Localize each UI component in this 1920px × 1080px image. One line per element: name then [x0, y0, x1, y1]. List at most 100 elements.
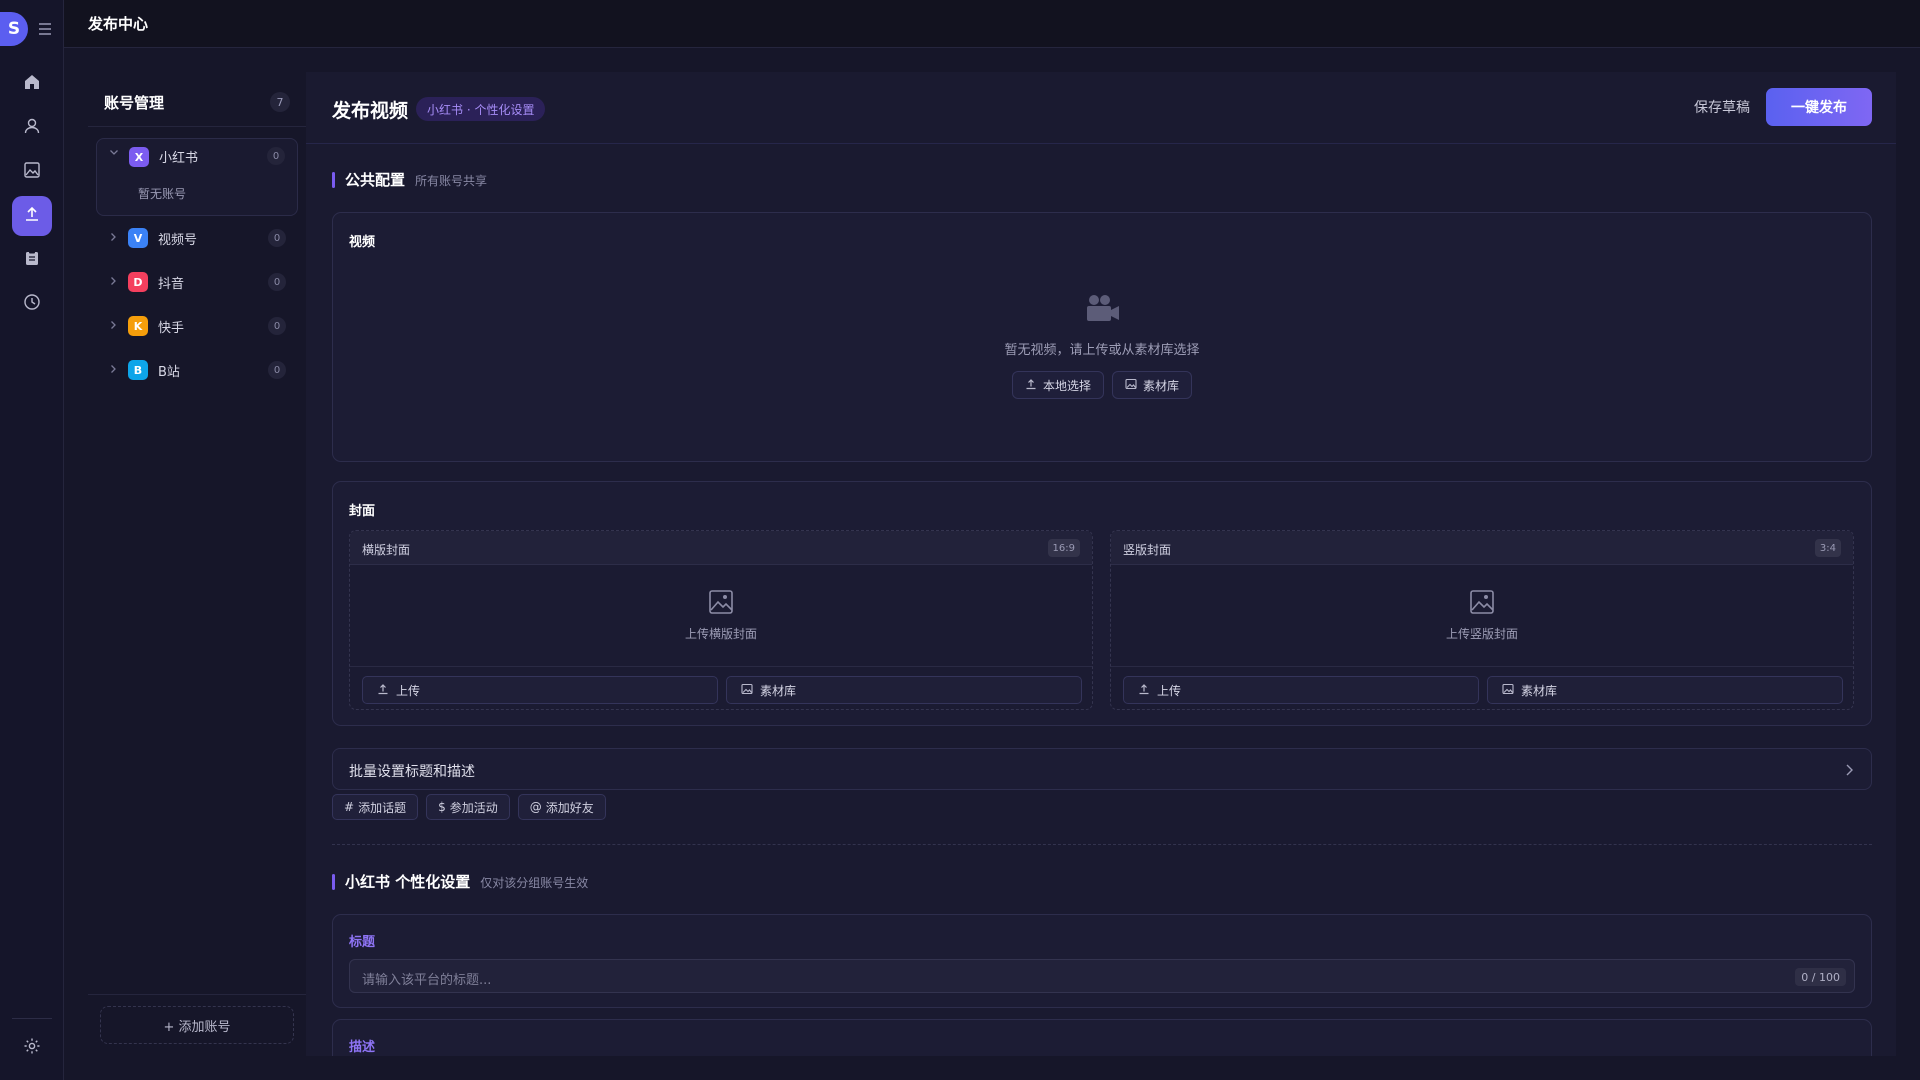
image-icon: [1125, 378, 1137, 393]
platform-badge: D: [128, 272, 148, 292]
account-count-badge: 7: [270, 92, 290, 112]
nav-rail: S: [0, 0, 64, 1080]
platform-group-shipinhao[interactable]: V 视频号 0: [96, 220, 298, 256]
chevron-down-icon[interactable]: [107, 147, 121, 160]
local-select-button[interactable]: 本地选择: [1011, 371, 1104, 399]
batch-title-desc-row[interactable]: 批量设置标题和描述: [332, 748, 1872, 790]
section-title: 小红书 个性化设置: [345, 873, 471, 891]
cover-header-label: 竖版封面: [1123, 543, 1172, 557]
rail-settings[interactable]: [12, 1028, 52, 1068]
chevron-right-icon[interactable]: [106, 320, 120, 333]
platform-group-douyin[interactable]: D 抖音 0: [96, 264, 298, 300]
chip-label: 添加话题: [358, 800, 407, 815]
cover-upload-button[interactable]: 上传: [1123, 676, 1479, 704]
gear-icon: [23, 1037, 41, 1059]
platform-name: 快手: [158, 320, 185, 336]
image-icon: [708, 589, 734, 619]
clock-icon: [23, 293, 41, 315]
cover-library-label: 素材库: [1521, 683, 1558, 698]
title-field-label: 标题: [349, 935, 376, 950]
empty-account-text: 暂无账号: [138, 187, 187, 201]
cover-library-button[interactable]: 素材库: [1487, 676, 1843, 704]
chevron-right-icon: [1843, 762, 1855, 781]
platform-group-kuaishou[interactable]: K 快手 0: [96, 308, 298, 344]
local-select-label: 本地选择: [1042, 378, 1091, 393]
platform-group-bilibili[interactable]: B B站 0: [96, 352, 298, 388]
rail-accounts[interactable]: [12, 108, 52, 148]
section-title: 公共配置: [345, 171, 406, 189]
add-topic-chip[interactable]: # 添加话题: [332, 794, 419, 820]
cover-actions: 上传 素材库: [350, 666, 1092, 709]
upload-icon: [1138, 683, 1150, 698]
cover-upload-area[interactable]: 上传横版封面: [350, 565, 1092, 666]
rail-home[interactable]: [12, 64, 52, 104]
platform-badge: X: [129, 147, 149, 167]
cover-header-label: 横版封面: [362, 543, 411, 557]
rail-publish[interactable]: [12, 196, 52, 236]
platform-name: B站: [158, 364, 180, 380]
platform-group-xiaohongshu[interactable]: X 小红书 0 暂无账号: [96, 138, 298, 216]
batch-title-desc-label: 批量设置标题和描述: [349, 764, 475, 780]
group-tag: 小红书 · 个性化设置: [416, 97, 546, 121]
divider: [88, 994, 306, 995]
upload-icon: [23, 205, 41, 227]
platform-name: 小红书: [159, 151, 199, 166]
platform-badge: V: [128, 228, 148, 248]
section-accent-bar: [332, 171, 335, 188]
image-icon: [23, 161, 41, 183]
join-activity-chip[interactable]: $ 参加活动: [426, 794, 510, 820]
title-input[interactable]: 请输入该平台的标题... 0 / 100: [349, 959, 1855, 993]
title-input-placeholder: 请输入该平台的标题...: [362, 973, 492, 988]
aspect-ratio-badge: 3:4: [1814, 539, 1841, 557]
description-field-card: 描述: [332, 1019, 1872, 1056]
platform-name: 抖音: [158, 276, 185, 292]
rail-history[interactable]: [12, 284, 52, 324]
at-icon: @: [529, 800, 542, 814]
section-subtitle: 仅对该分组账号生效: [480, 876, 589, 890]
section-subtitle: 所有账号共享: [415, 174, 488, 188]
add-account-button[interactable]: + 添加账号: [100, 1006, 294, 1044]
cover-library-button[interactable]: 素材库: [726, 676, 1082, 704]
chevron-right-icon[interactable]: [106, 364, 120, 377]
cover-header: 横版封面 16:9: [350, 531, 1092, 565]
chip-label: 添加好友: [545, 800, 594, 815]
platform-count: 0: [268, 273, 286, 291]
publish-button[interactable]: 一键发布: [1766, 88, 1872, 126]
quick-insert-chips: # 添加话题 $ 参加活动 @ 添加好友: [332, 794, 606, 820]
video-empty-text: 暂无视频，请上传或从素材库选择: [1004, 343, 1200, 358]
menu-icon[interactable]: [38, 21, 52, 37]
cover-header: 竖版封面 3:4: [1111, 531, 1853, 565]
chevron-right-icon[interactable]: [106, 232, 120, 245]
video-card: 视频 暂无视频，请上传或从素材库选择 本地选择 素材库: [332, 212, 1872, 462]
cover-upload-button[interactable]: 上传: [362, 676, 718, 704]
cover-upload-label: 上传: [1157, 683, 1182, 698]
home-icon: [23, 73, 41, 95]
account-sidebar-title: 账号管理: [104, 94, 165, 112]
rail-media[interactable]: [12, 152, 52, 192]
divider: [88, 126, 306, 127]
clipboard-icon: [23, 249, 41, 271]
common-config-heading: 公共配置 所有账号共享: [332, 169, 487, 190]
dollar-icon: $: [438, 800, 446, 814]
video-label: 视频: [349, 235, 376, 250]
platform-count: 0: [268, 361, 286, 379]
platform-badge: B: [128, 360, 148, 380]
platform-count: 0: [268, 229, 286, 247]
save-draft-button[interactable]: 保存草稿: [1694, 97, 1750, 117]
chevron-right-icon[interactable]: [106, 276, 120, 289]
avatar[interactable]: S: [0, 12, 28, 46]
library-label: 素材库: [1143, 378, 1180, 393]
platform-count: 0: [268, 317, 286, 335]
library-button[interactable]: 素材库: [1112, 371, 1193, 399]
mention-friend-chip[interactable]: @ 添加好友: [517, 794, 606, 820]
description-field-label: 描述: [349, 1040, 376, 1055]
hash-icon: #: [344, 800, 355, 814]
image-icon: [1502, 683, 1514, 698]
character-counter: 0 / 100: [1795, 968, 1846, 986]
cover-upload-area[interactable]: 上传竖版封面: [1111, 565, 1853, 666]
page-title: 发布中心: [88, 15, 149, 33]
top-bar: 发布中心: [64, 0, 1920, 48]
vertical-cover-box: 竖版封面 3:4 上传竖版封面 上传 素材库: [1110, 530, 1854, 710]
rail-tasks[interactable]: [12, 240, 52, 280]
user-icon: [23, 117, 41, 139]
